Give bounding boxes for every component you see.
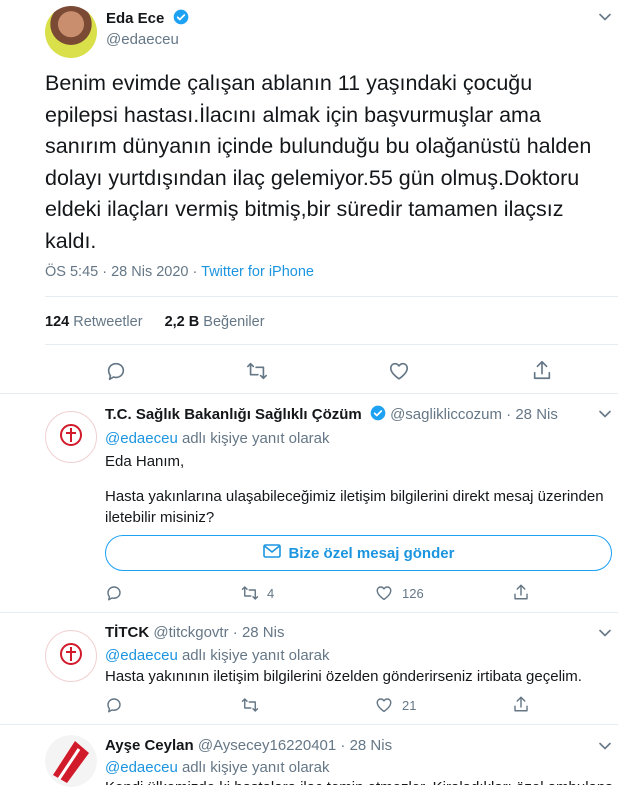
dm-button[interactable]: Bize özel mesaj gönder <box>105 535 612 571</box>
retweet-icon[interactable] <box>245 360 269 382</box>
reply2-like-count: 21 <box>402 698 417 713</box>
envelope-icon <box>262 544 281 562</box>
author-handle[interactable]: @edaeceu <box>106 31 179 48</box>
like-icon[interactable] <box>388 360 410 382</box>
reply2-replying-to: @edaeceu adlı kişiye yanıt olarak <box>105 647 330 664</box>
reply1-author-handle[interactable]: @saglikliccozum <box>390 406 502 423</box>
tweet-time[interactable]: ÖS 5:45 <box>45 264 98 280</box>
reply1-like-count: 126 <box>402 586 424 601</box>
retweets-stat[interactable]: 124 Retweetler <box>45 314 147 330</box>
reply1-date[interactable]: 28 Nis <box>515 406 558 423</box>
reply2-date[interactable]: 28 Nis <box>242 624 285 641</box>
tweet-meta: ÖS 5:45 · 28 Nis 2020 · Twitter for iPho… <box>45 264 314 280</box>
chevron-down-icon[interactable] <box>598 626 612 640</box>
reply3-header: Ayşe Ceylan @Aysecey16220401 · 28 Nis <box>105 737 393 754</box>
tweet-date[interactable]: 28 Nis 2020 <box>111 264 188 280</box>
reply3-author-handle[interactable]: @Aysecey16220401 <box>198 737 336 754</box>
share-icon[interactable] <box>512 695 530 713</box>
like-icon[interactable] <box>375 696 393 714</box>
retweet-icon[interactable] <box>240 696 260 714</box>
reply1-text-line2: Hasta yakınlarına ulaşabileceğimiz ileti… <box>105 488 604 526</box>
reply3-mention-link[interactable]: @edaeceu <box>105 759 178 776</box>
reply-icon[interactable] <box>105 360 127 382</box>
reply3-date[interactable]: 28 Nis <box>350 737 393 754</box>
tweet-text: Benim evimde çalışan ablanın 11 yaşındak… <box>45 71 592 253</box>
reply1-retweet-count: 4 <box>267 586 275 601</box>
share-icon[interactable] <box>512 583 530 601</box>
author-name-row[interactable]: Eda Ece <box>106 9 189 29</box>
tweet-stats: 124 Retweetler 2,2 B Beğeniler <box>45 314 265 330</box>
reply3-text: Kendi ülkemizde ki hastalara ilaç temin … <box>105 777 615 785</box>
reply1-header: T.C. Sağlık Bakanlığı Sağlıklı Çözüm @sa… <box>105 405 558 425</box>
reply3-replying-to: @edaeceu adlı kişiye yanıt olarak <box>105 759 330 776</box>
author-name[interactable]: Eda Ece <box>106 10 164 27</box>
verified-badge-icon <box>173 9 189 29</box>
chevron-down-icon[interactable] <box>598 407 612 421</box>
reply3-author-name[interactable]: Ayşe Ceylan <box>105 737 194 754</box>
likes-stat[interactable]: 2,2 B Beğeniler <box>165 314 265 330</box>
like-icon[interactable] <box>375 584 393 602</box>
reply-avatar-saglik[interactable] <box>45 411 97 463</box>
dm-button-label: Bize özel mesaj gönder <box>288 544 455 562</box>
chevron-down-icon[interactable] <box>598 10 612 24</box>
reply1-author-name[interactable]: T.C. Sağlık Bakanlığı Sağlıklı Çözüm <box>105 406 362 423</box>
reply-icon[interactable] <box>105 696 123 714</box>
reply1-text-line1: Eda Hanım, <box>105 453 185 470</box>
chevron-down-icon[interactable] <box>598 739 612 753</box>
reply2-author-handle[interactable]: @titckgovtr <box>153 624 228 641</box>
verified-badge-icon <box>370 405 386 425</box>
author-avatar[interactable] <box>45 6 97 58</box>
reply2-header: TİTCK @titckgovtr · 28 Nis <box>105 624 285 641</box>
tweet-source[interactable]: Twitter for iPhone <box>201 264 314 280</box>
reply-icon[interactable] <box>105 584 123 602</box>
reply2-text: Hasta yakınının iletişim bilgilerini öze… <box>105 668 582 685</box>
share-icon[interactable] <box>531 359 553 381</box>
retweet-icon[interactable] <box>240 584 260 602</box>
reply1-replying-to: @edaeceu adlı kişiye yanıt olarak <box>105 430 330 447</box>
reply2-mention-link[interactable]: @edaeceu <box>105 647 178 664</box>
reply-avatar-ayse[interactable] <box>45 735 97 787</box>
reply1-mention-link[interactable]: @edaeceu <box>105 430 178 447</box>
reply-avatar-titck[interactable] <box>45 630 97 682</box>
reply2-author-name[interactable]: TİTCK <box>105 624 149 641</box>
